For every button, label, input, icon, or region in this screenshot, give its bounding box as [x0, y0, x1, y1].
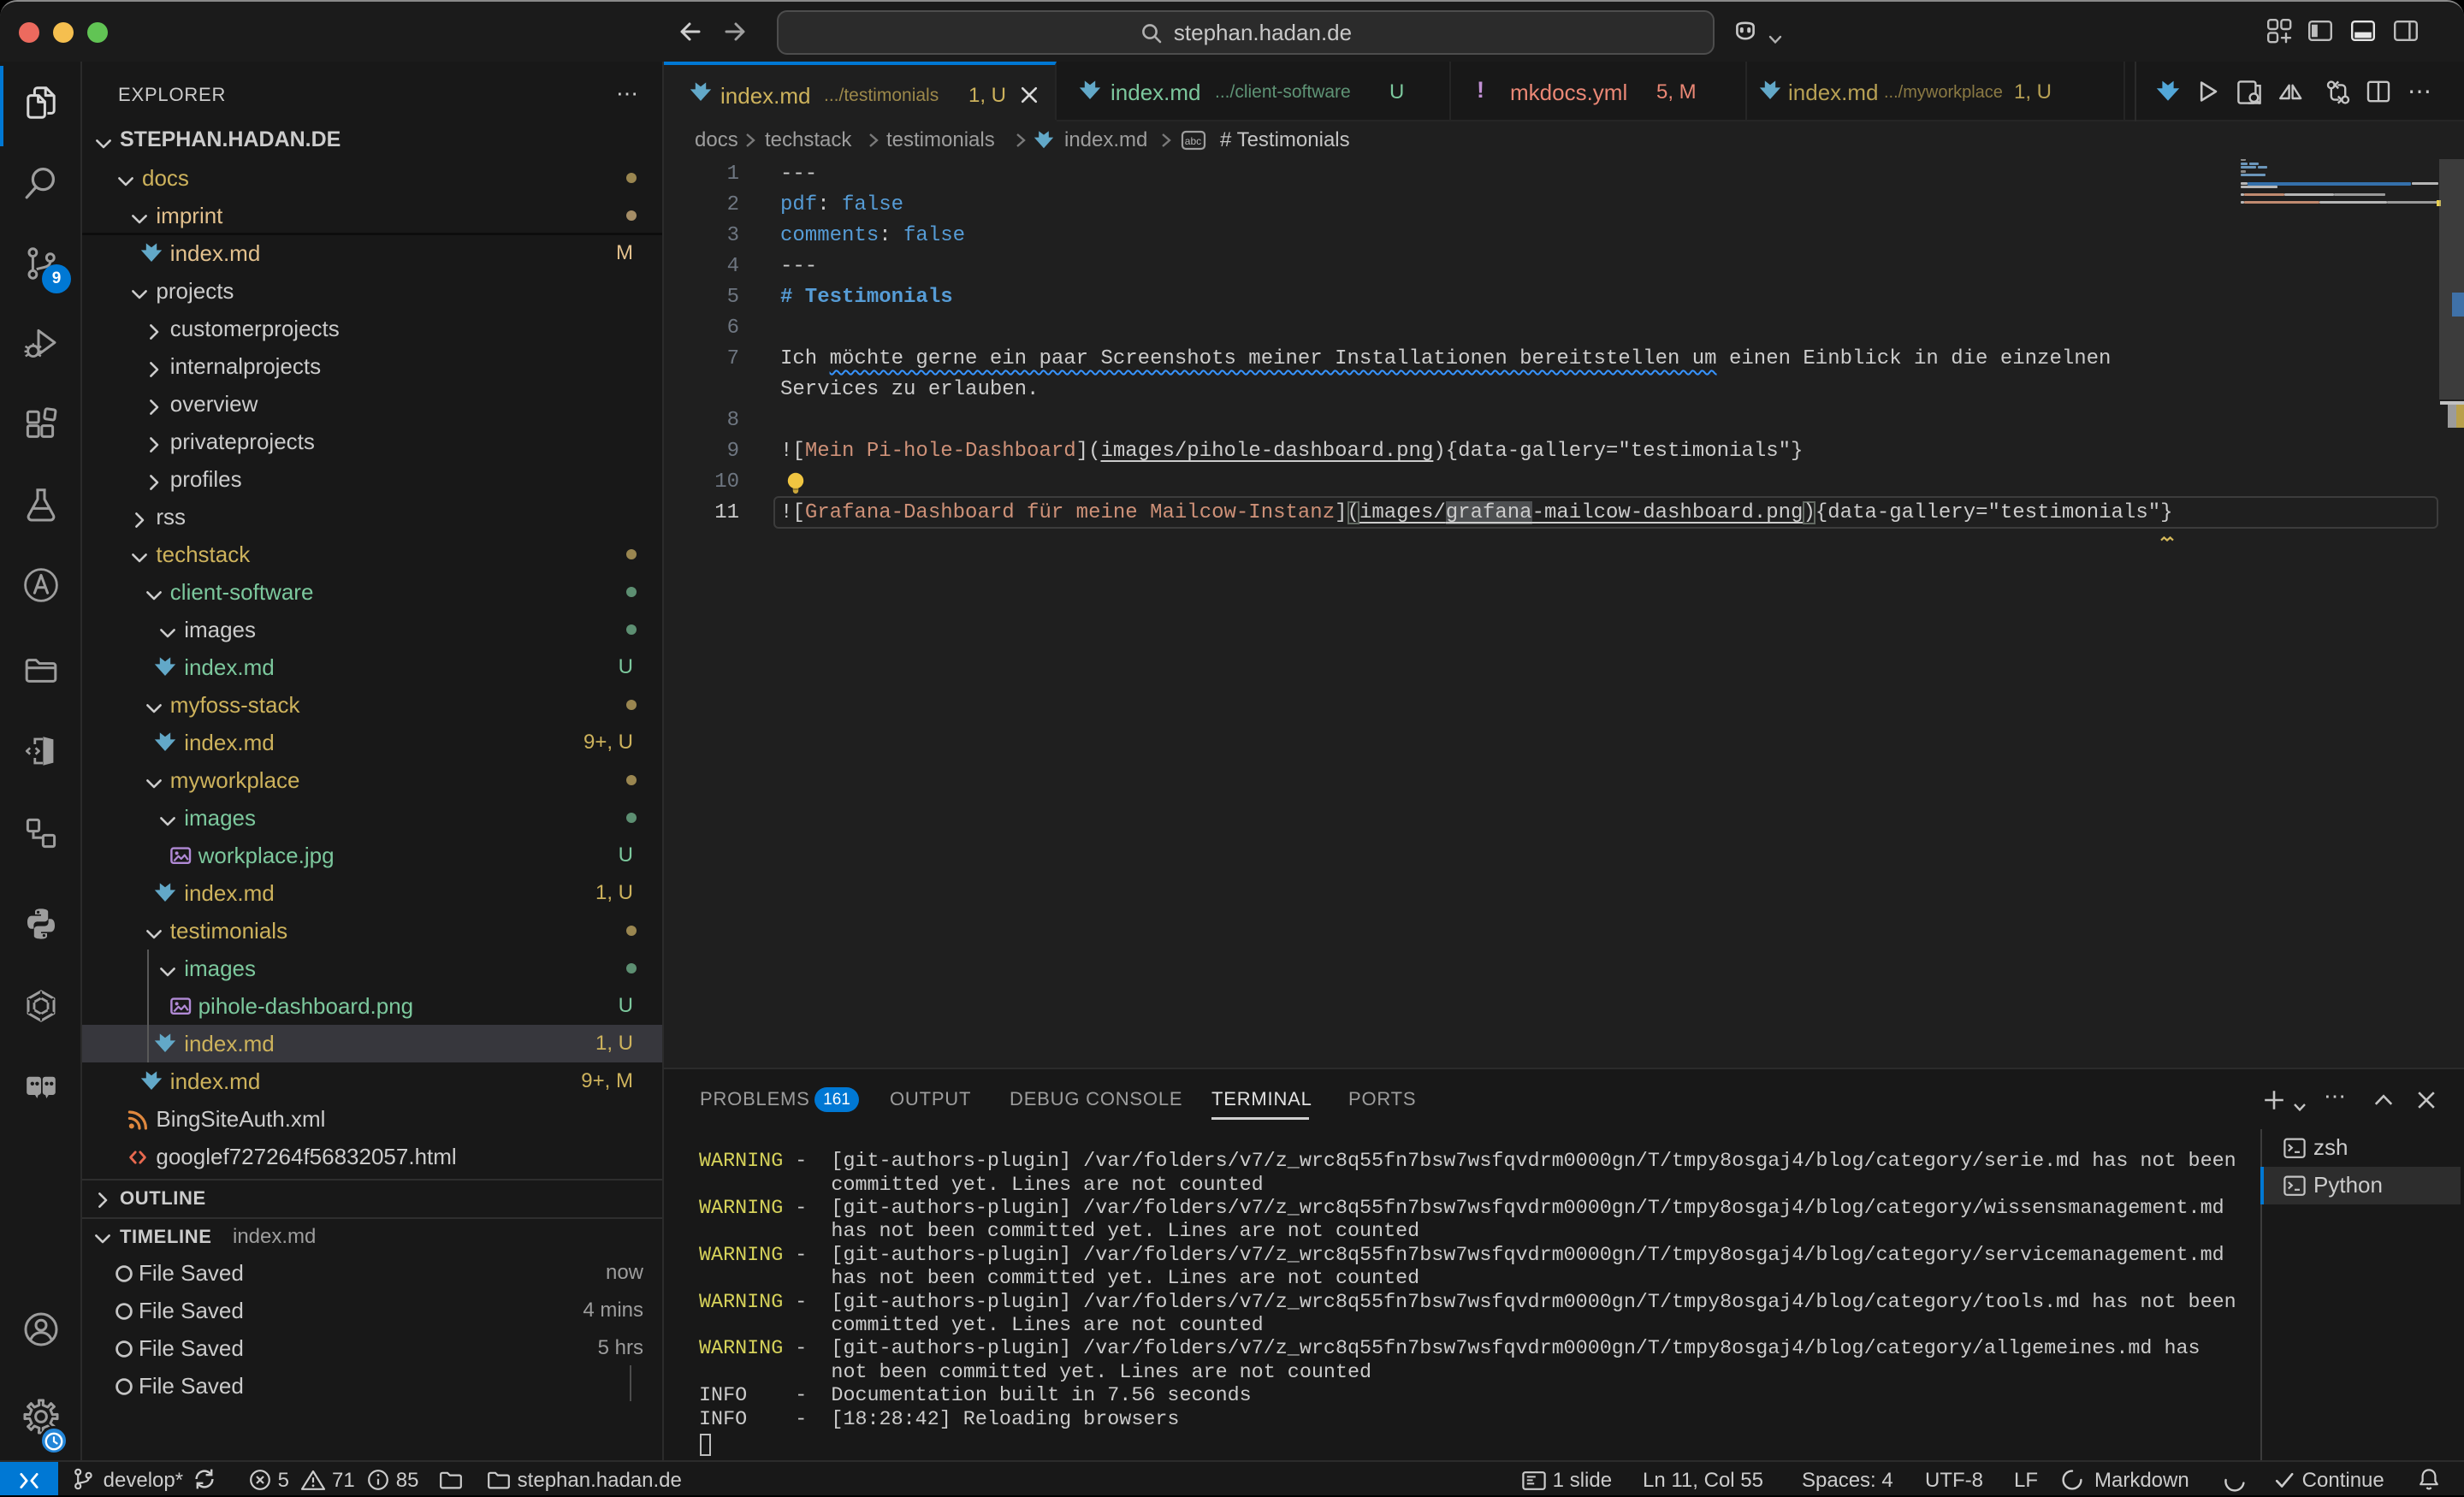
svg-text:abc: abc [1185, 135, 1201, 147]
